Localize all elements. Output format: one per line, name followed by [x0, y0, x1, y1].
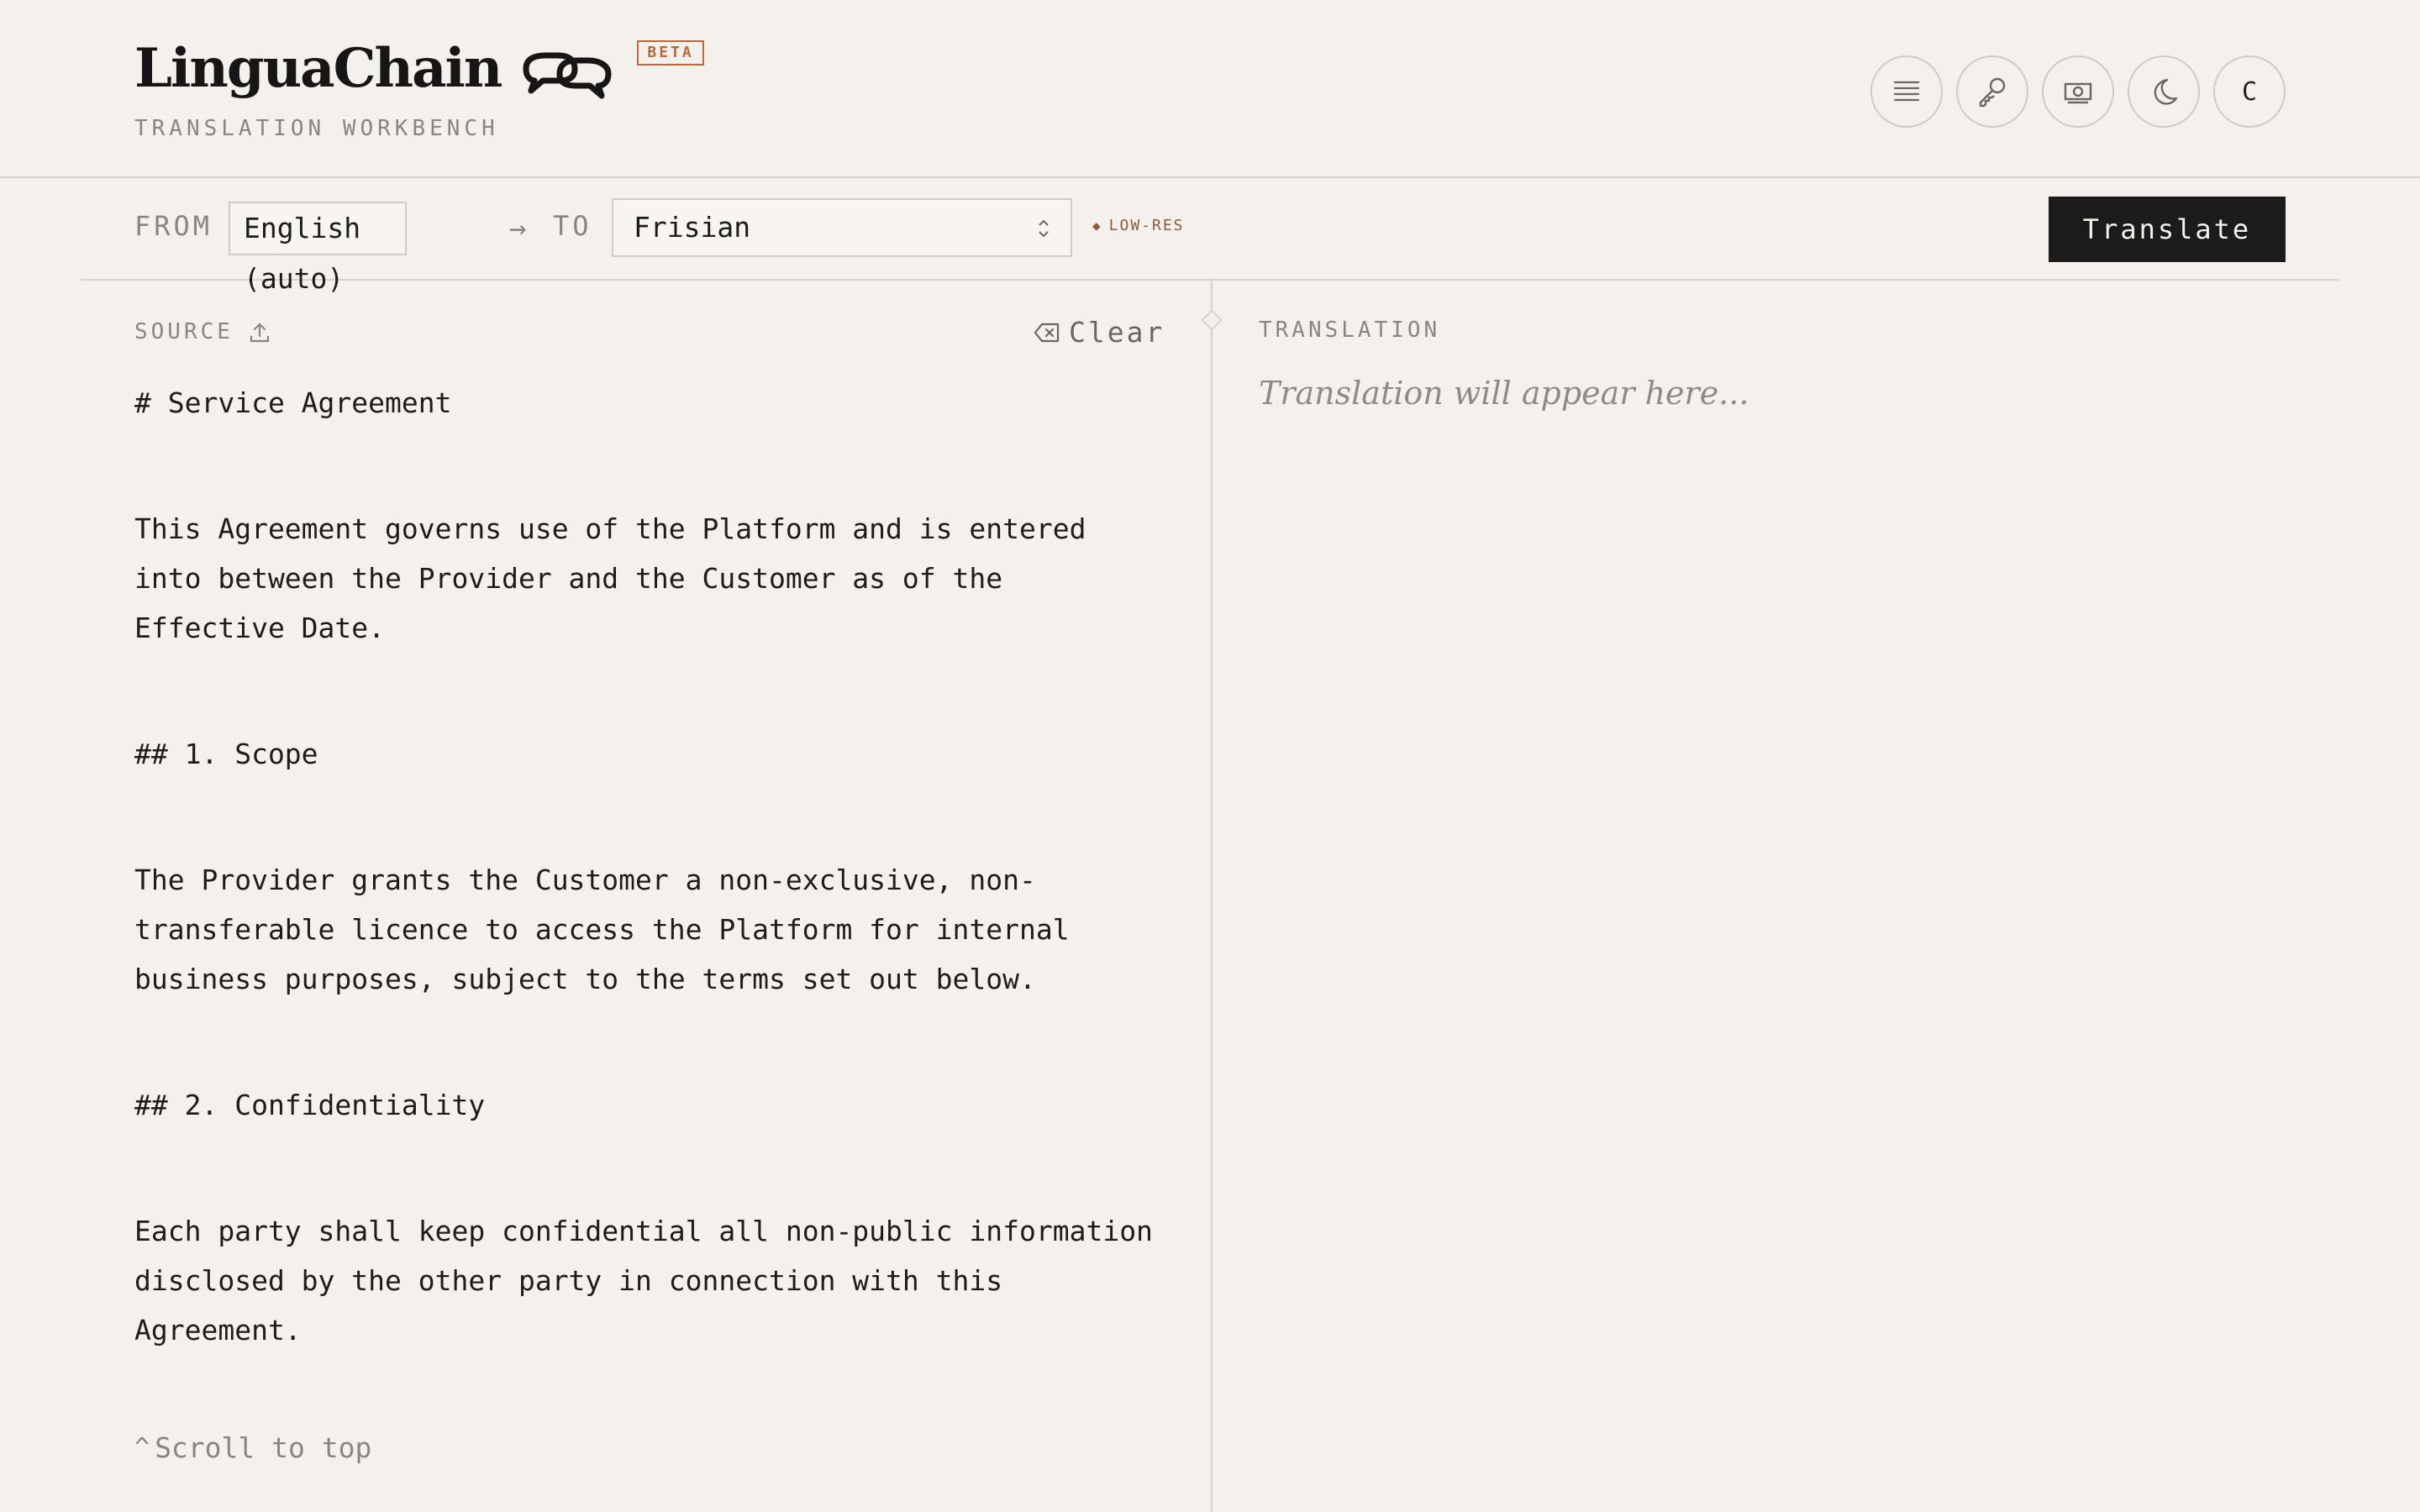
source-language-field[interactable]: English (auto) — [229, 202, 407, 295]
divider-handle-icon[interactable] — [1201, 309, 1223, 331]
avatar-letter: C — [2241, 76, 2258, 107]
scroll-to-top-label: Scroll to top — [155, 1431, 372, 1464]
source-panel-header: SOURCE — [134, 319, 272, 344]
source-paragraph: ## 1. Scope — [134, 738, 318, 770]
moon-icon — [2154, 78, 2178, 105]
low-resource-label: LOW-RES — [1108, 217, 1185, 234]
brand: LinguaChain BETA — [134, 32, 704, 106]
panel-divider[interactable] — [1211, 281, 1213, 1512]
source-label: SOURCE — [134, 319, 234, 344]
menu-icon — [1893, 81, 1920, 102]
header-toolbar: C — [1870, 55, 2286, 128]
target-language-select[interactable]: Frisian — [612, 198, 1072, 257]
api-key-button[interactable] — [1956, 55, 2028, 128]
menu-button[interactable] — [1870, 55, 1943, 128]
backspace-icon — [1034, 323, 1060, 342]
app-header: LinguaChain BETA TRANSLATION WORKBENCH C — [0, 0, 2420, 178]
clear-button[interactable]: Clear — [1034, 316, 1165, 349]
source-paragraph: ## 2. Confidentiality — [134, 1089, 486, 1121]
source-paragraph: This Agreement governs use of the Platfo… — [134, 512, 1086, 644]
app-subtitle: TRANSLATION WORKBENCH — [134, 116, 499, 141]
source-text-area[interactable]: # Service Agreement This Agreement gover… — [134, 378, 1168, 1431]
translation-output[interactable]: Translation will appear here... — [1259, 375, 1749, 412]
scroll-to-top-link[interactable]: ^ Scroll to top — [134, 1431, 371, 1464]
translation-label: TRANSLATION — [1259, 318, 1441, 343]
arrow-right-icon: → — [509, 212, 527, 245]
theme-toggle-button[interactable] — [2128, 55, 2200, 128]
language-bar: FROM English (auto) → TO Frisian ◆ LOW-RE… — [81, 178, 2339, 295]
diamond-icon: ◆ — [1092, 218, 1102, 234]
source-paragraph: # Service Agreement — [134, 386, 452, 419]
target-language-value: Frisian — [634, 211, 751, 244]
translate-button[interactable]: Translate — [2049, 197, 2286, 262]
chat-bubbles-logo-icon — [523, 52, 612, 99]
caret-up-icon: ^ — [134, 1433, 150, 1462]
billing-button[interactable] — [2042, 55, 2114, 128]
beta-badge: BETA — [637, 40, 704, 66]
source-paragraph: Each party shall keep confidential all n… — [134, 1215, 1153, 1347]
upload-icon[interactable] — [247, 319, 272, 344]
to-label: TO — [553, 210, 592, 242]
money-icon — [2064, 82, 2092, 104]
user-avatar-button[interactable]: C — [2213, 55, 2286, 128]
chevron-up-down-icon — [1039, 219, 1049, 238]
clear-label: Clear — [1069, 316, 1165, 349]
low-resource-badge: ◆ LOW-RES — [1092, 217, 1185, 234]
source-paragraph: The Provider grants the Customer a non-e… — [134, 864, 1070, 995]
brand-title: LinguaChain — [134, 37, 502, 100]
from-label: FROM — [134, 210, 213, 242]
key-icon — [1979, 77, 2006, 108]
